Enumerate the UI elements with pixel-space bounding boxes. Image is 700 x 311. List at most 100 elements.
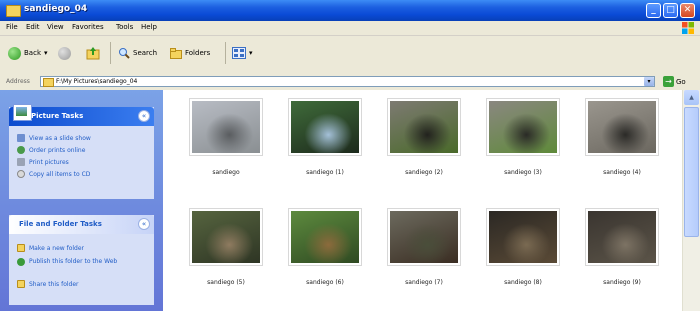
- photo-thumbnail: [588, 211, 656, 263]
- photo-thumbnail: [291, 101, 359, 153]
- thumbnail-item[interactable]: sandiego (8): [480, 208, 566, 298]
- task-order-prints[interactable]: Order prints online: [17, 146, 85, 154]
- toolbar-separator: [225, 42, 226, 64]
- globe-icon: [17, 146, 25, 154]
- task-copy-cd[interactable]: Copy all items to CD: [17, 170, 90, 178]
- task-label: Print pictures: [29, 158, 69, 166]
- thumbnail-frame: [387, 208, 461, 266]
- picture-tasks-header[interactable]: Picture Tasks «: [9, 104, 154, 126]
- task-label: Share this folder: [29, 280, 79, 288]
- thumbnail-item[interactable]: sandiego (4): [579, 98, 665, 188]
- cd-icon: [17, 170, 25, 178]
- menu-edit[interactable]: Edit: [26, 23, 40, 31]
- forward-button[interactable]: [58, 44, 71, 62]
- photo-thumbnail: [390, 101, 458, 153]
- thumbnail-label: sandiego: [212, 169, 240, 176]
- up-folder-button[interactable]: [86, 44, 100, 62]
- task-label: Publish this folder to the Web: [29, 258, 118, 265]
- thumbnail-frame: [585, 98, 659, 156]
- maximize-button[interactable]: □: [663, 3, 678, 18]
- photo-thumbnail: [489, 211, 557, 263]
- new-folder-icon: [17, 244, 25, 252]
- task-share-folder[interactable]: Share this folder: [17, 280, 79, 288]
- search-icon: [119, 48, 130, 59]
- minimize-button[interactable]: _: [646, 3, 661, 18]
- folder-up-icon: [86, 47, 100, 60]
- search-button[interactable]: Search: [118, 44, 157, 62]
- thumbnail-frame: [189, 208, 263, 266]
- menu-favorites[interactable]: Favorites: [72, 23, 104, 31]
- picture-tasks-title: Picture Tasks: [31, 112, 84, 120]
- address-dropdown-button[interactable]: ▾: [644, 77, 654, 86]
- thumbnail-item[interactable]: sandiego (3): [480, 98, 566, 188]
- file-folder-tasks-header[interactable]: File and Folder Tasks «: [9, 215, 154, 234]
- thumbnail-item[interactable]: sandiego (2): [381, 98, 467, 188]
- thumbnail-label: sandiego (9): [603, 279, 641, 286]
- scroll-up-button[interactable]: ▲: [684, 90, 699, 105]
- task-new-folder[interactable]: Make a new folder: [17, 244, 84, 252]
- thumbnail-frame: [387, 98, 461, 156]
- thumbnail-frame: [288, 98, 362, 156]
- thumbnail-view: sandiego sandiego (1) sandiego (2) sandiego…: [163, 90, 682, 311]
- task-label: Copy all items to CD: [29, 170, 91, 178]
- close-button[interactable]: ✕: [680, 3, 695, 18]
- collapse-icon[interactable]: «: [138, 218, 150, 230]
- thumbnail-label: sandiego (4): [603, 169, 641, 176]
- scroll-thumb[interactable]: [684, 107, 699, 237]
- thumbnail-label: sandiego (1): [306, 169, 344, 176]
- thumbnail-frame: [288, 208, 362, 266]
- globe-icon: [17, 258, 25, 266]
- collapse-icon[interactable]: «: [138, 110, 150, 122]
- task-slideshow[interactable]: View as a slide show: [17, 134, 91, 142]
- menu-view[interactable]: View: [47, 23, 64, 31]
- menu-file[interactable]: File: [6, 23, 18, 31]
- chevron-down-icon: ▾: [249, 49, 253, 57]
- folders-button[interactable]: Folders: [170, 44, 210, 62]
- file-folder-tasks-panel: File and Folder Tasks « Make a new folde…: [9, 215, 154, 305]
- photo-thumbnail: [192, 101, 260, 153]
- photo-thumbnail: [192, 211, 260, 263]
- toolbar: Back ▾ Search Folders ▾: [0, 36, 700, 75]
- thumbnail-label: sandiego (3): [504, 169, 542, 176]
- address-bar: Address F:\My Pictures\sandiego_04 ▾ → G…: [0, 74, 700, 91]
- views-button[interactable]: ▾: [232, 44, 253, 62]
- go-arrow-icon: →: [663, 76, 674, 87]
- task-label: View as a slide show: [29, 134, 91, 142]
- thumbnail-label: sandiego (5): [207, 279, 245, 286]
- menu-bar: File Edit View Favorites Tools Help: [0, 21, 700, 36]
- thumbnail-item[interactable]: sandiego (9): [579, 208, 665, 298]
- photo-thumbnail: [291, 211, 359, 263]
- back-button[interactable]: Back ▾: [8, 44, 48, 62]
- back-label: Back: [24, 49, 41, 57]
- photo-thumbnail: [588, 101, 656, 153]
- task-label: Make a new folder: [29, 244, 85, 252]
- go-button[interactable]: → Go: [663, 76, 686, 87]
- thumbnail-frame: [189, 98, 263, 156]
- thumbnail-item[interactable]: sandiego (1): [282, 98, 368, 188]
- thumbnail-item[interactable]: sandiego: [183, 98, 269, 188]
- picture-tasks-panel: Picture Tasks « View as a slide show Ord…: [9, 104, 154, 199]
- windows-logo-icon: [682, 22, 694, 34]
- back-arrow-icon: [8, 46, 21, 60]
- share-folder-icon: [17, 280, 25, 288]
- task-label: Order prints online: [29, 146, 86, 154]
- task-publish-web[interactable]: Publish this folder to the Web: [17, 258, 127, 266]
- menu-help[interactable]: Help: [141, 23, 157, 31]
- thumbnail-item[interactable]: sandiego (5): [183, 208, 269, 298]
- thumbnail-label: sandiego (6): [306, 279, 344, 286]
- window-title: sandiego_04: [24, 4, 88, 14]
- thumbnail-frame: [585, 208, 659, 266]
- thumbnail-item[interactable]: sandiego (6): [282, 208, 368, 298]
- address-path: F:\My Pictures\sandiego_04: [56, 78, 138, 85]
- picture-icon: [13, 104, 32, 121]
- address-input[interactable]: F:\My Pictures\sandiego_04: [40, 76, 655, 87]
- toolbar-separator: [110, 42, 111, 64]
- title-bar: sandiego_04 _ □ ✕: [0, 0, 700, 21]
- folder-icon: [43, 78, 54, 87]
- thumbnail-label: sandiego (2): [405, 169, 443, 176]
- thumbnail-frame: [486, 98, 560, 156]
- thumbnail-item[interactable]: sandiego (7): [381, 208, 467, 298]
- vertical-scrollbar[interactable]: ▲: [682, 90, 700, 311]
- task-print[interactable]: Print pictures: [17, 158, 69, 166]
- menu-tools[interactable]: Tools: [116, 23, 133, 31]
